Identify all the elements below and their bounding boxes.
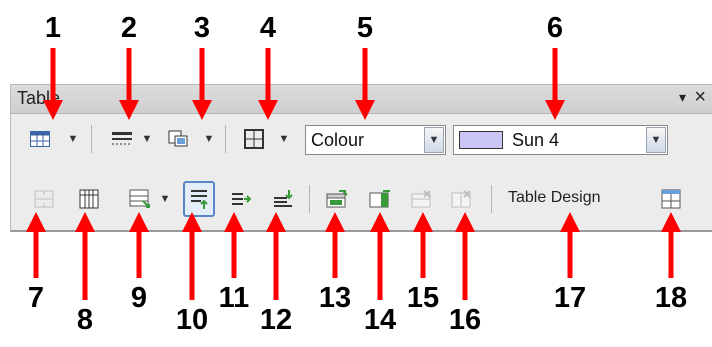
callout-number: 16: [448, 304, 482, 336]
callout-number: 14: [363, 304, 397, 336]
callout-number: 1: [44, 12, 62, 44]
callout-number: 7: [27, 282, 45, 314]
callout-number: 10: [175, 304, 209, 336]
callout-number: 18: [654, 282, 688, 314]
callout-number: 15: [406, 282, 440, 314]
callout-number: 8: [76, 304, 94, 336]
callout-number: 4: [259, 12, 277, 44]
callout-number: 17: [553, 282, 587, 314]
callout-number: 9: [130, 282, 148, 314]
callout-number: 2: [120, 12, 138, 44]
callout-number: 6: [546, 12, 564, 44]
screenshot-stage: Table ▾ × ▼ ▼ ▼ ▼ Colour ▼ Sun 4 ▼ ▼ Tab…: [0, 0, 712, 347]
callout-number: 13: [318, 282, 352, 314]
callout-number: 3: [193, 12, 211, 44]
callout-number: 11: [218, 282, 250, 314]
callout-number: 12: [259, 304, 293, 336]
callout-arrows: [26, 48, 681, 300]
callout-number: 5: [356, 12, 374, 44]
